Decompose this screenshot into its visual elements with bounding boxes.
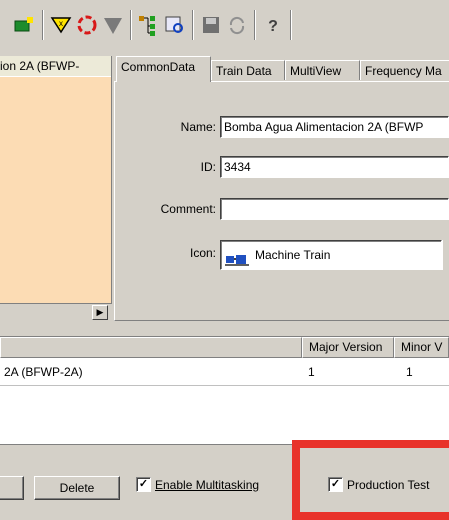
horizontal-scrollbar[interactable]: ▶ (0, 303, 112, 320)
list-header-major[interactable]: Major Version (302, 337, 394, 358)
row-divider (0, 385, 449, 386)
partial-button[interactable] (0, 476, 24, 500)
row-name: 2A (BFWP-2A) (4, 365, 83, 379)
list-header-name (0, 337, 302, 358)
row-major: 1 (308, 365, 315, 379)
machine-train-icon (225, 249, 251, 266)
filter-icon[interactable]: x (48, 12, 74, 38)
icon-select[interactable]: Machine Train (220, 240, 442, 270)
cycle-icon[interactable] (74, 12, 100, 38)
name-field[interactable]: Bomba Agua Alimentacion 2A (BFWP (220, 116, 449, 138)
svg-text:?: ? (268, 18, 278, 35)
icon-label: Icon: (189, 246, 216, 260)
tab-multiview[interactable]: MultiView (285, 60, 360, 80)
new-machine-icon[interactable] (10, 12, 36, 38)
table-row[interactable]: 2A (BFWP-2A) 1 1 (0, 361, 449, 383)
tree-pane-title: ion 2A (BFWP- (0, 56, 111, 77)
enable-multitasking-checkbox[interactable]: ✓ (136, 477, 151, 492)
toolbar: x ? (0, 0, 449, 50)
icon-dropdown-button[interactable] (442, 240, 449, 270)
row-minor: 1 (406, 365, 413, 379)
id-label: ID: (200, 160, 216, 174)
scroll-right-icon[interactable]: ▶ (92, 305, 108, 320)
save-icon[interactable] (198, 12, 224, 38)
tab-train-data[interactable]: Train Data (211, 60, 285, 80)
id-field[interactable]: 3434 (220, 156, 449, 178)
filter-disabled-icon[interactable] (100, 12, 126, 38)
svg-text:x: x (59, 19, 63, 28)
icon-value: Machine Train (255, 248, 331, 262)
enable-multitasking-label[interactable]: Enable Multitasking (155, 478, 259, 492)
comment-field[interactable] (220, 198, 449, 220)
hierarchy-icon[interactable] (136, 12, 162, 38)
refresh-icon[interactable] (224, 12, 250, 38)
tab-frequency[interactable]: Frequency Ma (360, 60, 449, 80)
list-header-minor[interactable]: Minor V (394, 337, 449, 358)
highlight-frame (292, 440, 449, 520)
tree-pane[interactable] (0, 56, 112, 320)
tab-commondata[interactable]: CommonData (116, 56, 211, 82)
name-label: Name: (180, 120, 216, 134)
help-icon[interactable]: ? (260, 12, 286, 38)
comment-label: Comment: (160, 202, 216, 216)
inspect-icon[interactable] (162, 12, 188, 38)
delete-button[interactable]: Delete (34, 476, 120, 500)
